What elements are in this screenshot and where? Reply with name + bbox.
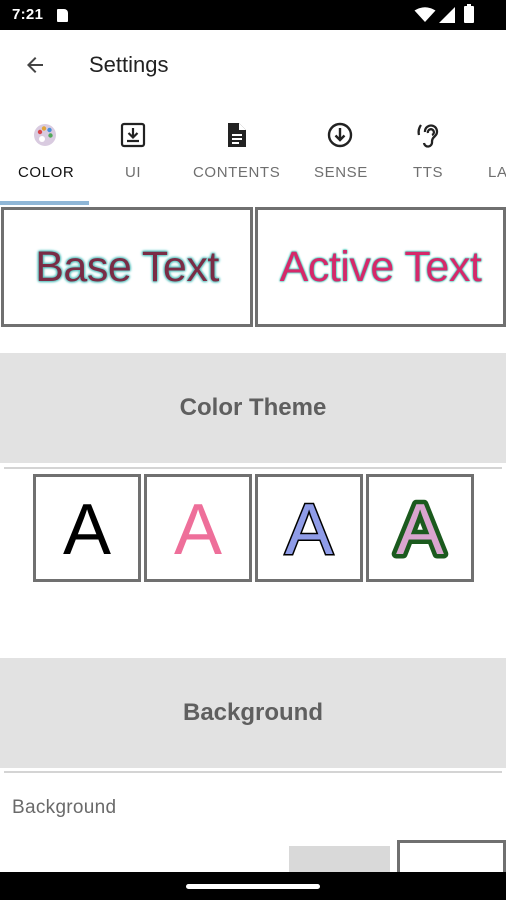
tab-sense-label: SENSE	[314, 164, 368, 181]
home-handle[interactable]	[186, 884, 320, 889]
status-time: 7:21	[12, 6, 44, 23]
tab-bar: COLOR UI CONTENTS SENSE TTS LA	[0, 102, 506, 206]
arrow-back-icon	[27, 57, 43, 73]
letter-a-icon: A	[174, 490, 222, 568]
cellular-signal-icon	[439, 7, 455, 23]
tab-contents-label: CONTENTS	[193, 164, 281, 181]
background-option-white[interactable]	[397, 840, 506, 872]
active-text-preview[interactable]: Active Text	[255, 207, 506, 327]
tab-contents[interactable]: CONTENTS	[189, 102, 287, 206]
letter-a-icon: A	[391, 488, 448, 568]
tab-la[interactable]: LA	[480, 102, 506, 206]
theme-swatch-black[interactable]: A	[33, 474, 141, 582]
theme-swatch-pink[interactable]: A	[144, 474, 252, 582]
background-label: Background	[12, 797, 117, 818]
theme-swatch-blue[interactable]: A	[255, 474, 363, 582]
background-title: Background	[182, 699, 323, 726]
tab-sense[interactable]: SENSE	[300, 102, 382, 206]
sd-card-icon	[57, 9, 68, 22]
wifi-icon	[414, 7, 436, 22]
tab-ui[interactable]: UI	[89, 102, 177, 206]
color-theme-header: Color Theme	[0, 353, 506, 463]
tab-tts[interactable]: TTS	[392, 102, 466, 206]
divider	[4, 467, 502, 469]
arrow-down-circle-icon	[327, 122, 353, 148]
page-title: Settings	[89, 52, 169, 77]
tab-ui-label: UI	[125, 164, 142, 181]
letter-a-icon: A	[63, 490, 111, 568]
tab-tts-label: TTS	[413, 164, 444, 181]
color-theme-title: Color Theme	[179, 394, 327, 421]
base-text-preview[interactable]: Base Text	[1, 207, 253, 327]
letter-a-icon: A	[283, 489, 334, 569]
back-button[interactable]	[18, 50, 52, 80]
background-option-gray[interactable]	[289, 846, 390, 872]
download-box-icon	[120, 122, 146, 148]
active-text-sample: Active Text	[279, 242, 482, 291]
svg-text:A: A	[285, 490, 333, 568]
app-bar: Settings	[0, 30, 506, 102]
background-header: Background	[0, 658, 506, 768]
divider	[4, 771, 502, 773]
status-bar: 7:21	[0, 0, 506, 30]
base-text-sample: Base Text	[35, 242, 219, 291]
tab-color[interactable]: COLOR	[0, 102, 89, 206]
tab-la-label: LA	[488, 164, 506, 181]
svg-text:A: A	[396, 490, 444, 568]
document-icon	[228, 123, 246, 147]
svg-text:A: A	[63, 490, 111, 568]
tab-active-indicator	[0, 201, 89, 205]
hearing-icon	[417, 124, 439, 148]
tab-color-label: COLOR	[18, 164, 75, 181]
navigation-bar	[0, 872, 506, 900]
battery-icon	[464, 4, 474, 23]
svg-text:A: A	[174, 490, 222, 568]
palette-icon	[34, 124, 56, 146]
theme-swatch-green[interactable]: A	[366, 474, 474, 582]
